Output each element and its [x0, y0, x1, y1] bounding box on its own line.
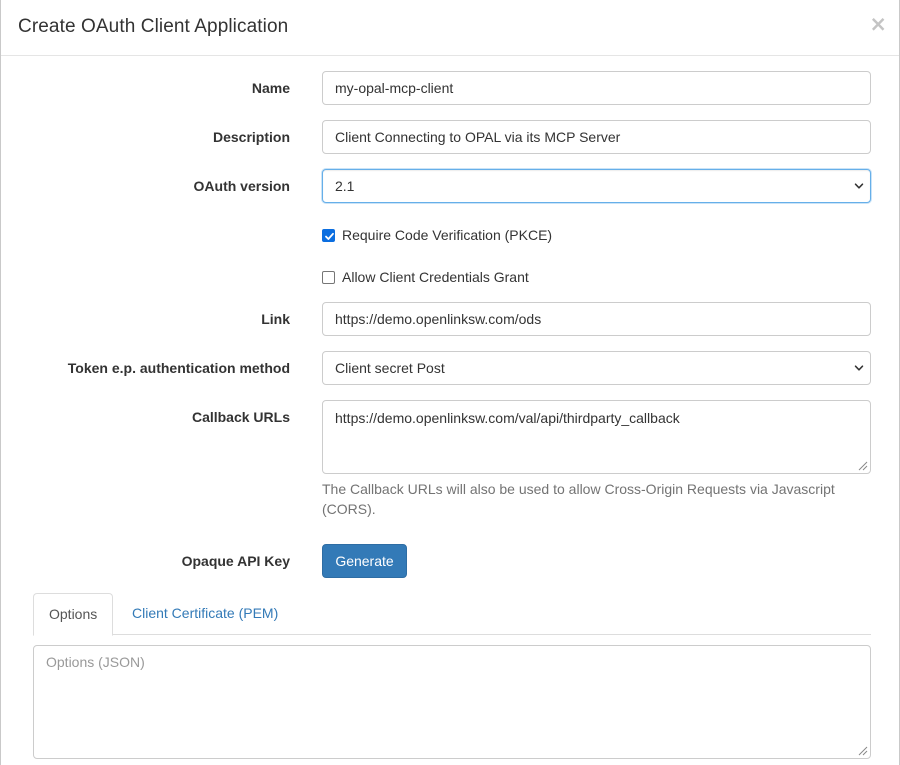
token-auth-method-label: Token e.p. authentication method	[67, 360, 290, 376]
oauth-version-select[interactable]: 2.1	[322, 169, 871, 203]
pkce-label: Require Code Verification (PKCE)	[342, 227, 553, 243]
options-tabs: Options Client Certificate (PEM)	[33, 593, 871, 636]
callback-urls-label: Callback URLs	[191, 409, 290, 425]
dialog-title: Create OAuth Client Application	[18, 16, 289, 37]
chevron-down-icon	[854, 183, 864, 189]
callback-urls-textarea[interactable]: https://demo.openlinksw.com/val/api/thir…	[322, 400, 871, 474]
dialog-header: Create OAuth Client Application ×	[1, 0, 899, 56]
resize-grip-icon[interactable]	[857, 745, 868, 756]
callback-urls-help: The Callback URLs will also be used to a…	[322, 481, 835, 517]
resize-grip-icon[interactable]	[857, 460, 868, 471]
opaque-api-key-label: Opaque API Key	[181, 553, 290, 569]
description-label: Description	[212, 129, 290, 145]
generate-button[interactable]: Generate	[322, 544, 407, 578]
options-json-textarea[interactable]: Options (JSON)	[33, 645, 871, 759]
check-icon	[325, 232, 334, 240]
callback-urls-value: https://demo.openlinksw.com/val/api/thir…	[335, 410, 680, 426]
pkce-checkbox[interactable]	[322, 228, 335, 242]
name-value: my-opal-mcp-client	[335, 80, 454, 96]
tab-options[interactable]: Options	[33, 593, 114, 636]
oauth-version-label: OAuth version	[193, 178, 290, 194]
tab-client-certificate[interactable]: Client Certificate (PEM)	[117, 593, 293, 635]
token-auth-method-value: Client secret Post	[335, 360, 445, 376]
create-oauth-client-dialog: Create OAuth Client Application × Name m…	[0, 0, 900, 765]
link-value: https://demo.openlinksw.com/ods	[335, 311, 542, 327]
oauth-version-value: 2.1	[335, 178, 355, 194]
name-label: Name	[251, 80, 290, 96]
link-label: Link	[261, 311, 290, 327]
options-json-placeholder: Options (JSON)	[46, 654, 145, 670]
chevron-down-icon	[854, 365, 864, 371]
description-field[interactable]: Client Connecting to OPAL via its MCP Se…	[322, 120, 871, 154]
client-credentials-label: Allow Client Credentials Grant	[342, 269, 529, 285]
name-field[interactable]: my-opal-mcp-client	[322, 71, 871, 105]
client-credentials-checkbox-row[interactable]: Allow Client Credentials Grant	[322, 269, 529, 285]
token-auth-method-select[interactable]: Client secret Post	[322, 351, 871, 385]
client-credentials-checkbox[interactable]	[322, 270, 335, 284]
description-value: Client Connecting to OPAL via its MCP Se…	[335, 129, 621, 145]
pkce-checkbox-row[interactable]: Require Code Verification (PKCE)	[322, 227, 552, 243]
close-button[interactable]: ×	[869, 14, 887, 35]
link-field[interactable]: https://demo.openlinksw.com/ods	[322, 302, 871, 336]
